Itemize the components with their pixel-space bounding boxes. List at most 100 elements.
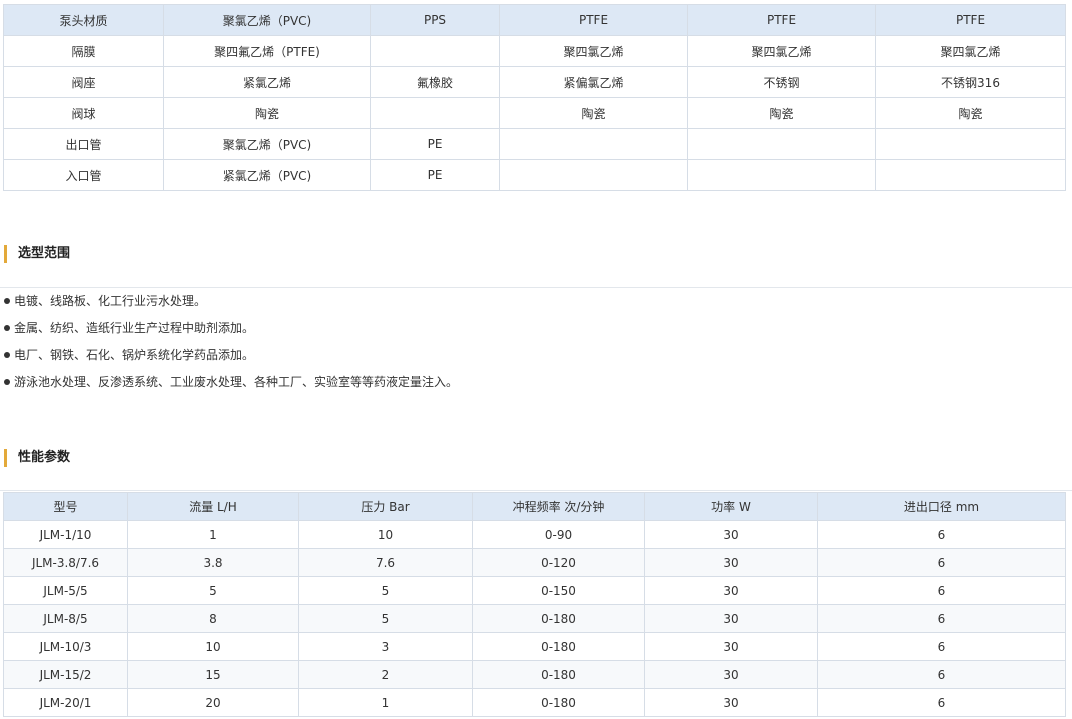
- table-cell: 阀座: [3, 66, 164, 98]
- bullet-icon: [4, 324, 10, 331]
- list-item: 金属、纺织、造纸行业生产过程中助剂添加。: [4, 315, 458, 342]
- list-item-text: 游泳池水处理、反渗透系统、工业废水处理、各种工厂、实验室等等药液定量注入。: [14, 375, 459, 389]
- table-cell: 聚四氯乙烯: [499, 35, 688, 67]
- table-cell: 5: [298, 576, 473, 605]
- table-row: JLM-1/10 1 10 0-90 30 6: [3, 520, 1066, 549]
- table-cell: 6: [817, 548, 1066, 577]
- table-cell: [499, 128, 688, 160]
- table-cell: 0-180: [472, 660, 645, 689]
- table-cell: 2: [298, 660, 473, 689]
- table-cell: 阀球: [3, 97, 164, 129]
- header-cell: PTFE: [875, 4, 1066, 36]
- table-cell: [875, 159, 1066, 191]
- divider: [0, 490, 1072, 491]
- table-row: 入口管 紧氯乙烯（PVC) PE: [3, 159, 1066, 191]
- table-cell: 3.8: [127, 548, 299, 577]
- header-cell: PTFE: [499, 4, 688, 36]
- table-cell: 氟橡胶: [370, 66, 500, 98]
- table-row: 隔膜 聚四氟乙烯（PTFE) 聚四氯乙烯 聚四氯乙烯 聚四氯乙烯: [3, 35, 1066, 67]
- table-cell: 10: [127, 632, 299, 661]
- table-cell: 1: [298, 688, 473, 717]
- bullet-icon: [4, 378, 10, 385]
- header-cell: 型号: [3, 492, 128, 521]
- table-cell: 0-180: [472, 632, 645, 661]
- table-cell: JLM-10/3: [3, 632, 128, 661]
- table-cell: [875, 128, 1066, 160]
- table-cell: 聚四氟乙烯（PTFE): [163, 35, 371, 67]
- table-cell: [499, 159, 688, 191]
- table-cell: 入口管: [3, 159, 164, 191]
- table-cell: 0-150: [472, 576, 645, 605]
- header-cell: 流量 L/H: [127, 492, 299, 521]
- list-item-text: 金属、纺织、造纸行业生产过程中助剂添加。: [14, 321, 255, 335]
- table-cell: [370, 97, 500, 129]
- table-cell: 不锈钢: [687, 66, 876, 98]
- table-cell: 30: [644, 548, 818, 577]
- bullet-icon: [4, 297, 10, 304]
- table-cell: 3: [298, 632, 473, 661]
- table-cell: 6: [817, 632, 1066, 661]
- table-row: 阀球 陶瓷 陶瓷 陶瓷 陶瓷: [3, 97, 1066, 129]
- table-cell: 聚四氯乙烯: [875, 35, 1066, 67]
- table-cell: 0-180: [472, 688, 645, 717]
- table-cell: 0-120: [472, 548, 645, 577]
- bullet-icon: [4, 351, 10, 358]
- table-cell: 0-90: [472, 520, 645, 549]
- header-cell: 泵头材质: [3, 4, 164, 36]
- table-cell: JLM-20/1: [3, 688, 128, 717]
- table-cell: 30: [644, 520, 818, 549]
- list-item-text: 电镀、线路板、化工行业污水处理。: [14, 294, 207, 308]
- header-cell: 聚氯乙烯（PVC): [163, 4, 371, 36]
- table-cell: 30: [644, 632, 818, 661]
- table-row: JLM-15/2 15 2 0-180 30 6: [3, 660, 1066, 689]
- table-row: 阀座 紧氯乙烯 氟橡胶 紧偏氯乙烯 不锈钢 不锈钢316: [3, 66, 1066, 98]
- performance-table: 型号 流量 L/H 压力 Bar 冲程频率 次/分钟 功率 W 进出口径 mm …: [3, 492, 1066, 717]
- table-cell: 陶瓷: [163, 97, 371, 129]
- table-cell: 6: [817, 576, 1066, 605]
- table-cell: 6: [817, 604, 1066, 633]
- list-item: 电镀、线路板、化工行业污水处理。: [4, 288, 458, 315]
- table-cell: PE: [370, 128, 500, 160]
- table-cell: 聚四氯乙烯: [687, 35, 876, 67]
- table-cell: 30: [644, 604, 818, 633]
- table-cell: 聚氯乙烯（PVC): [163, 128, 371, 160]
- header-cell: PPS: [370, 4, 500, 36]
- header-cell: 压力 Bar: [298, 492, 473, 521]
- table-cell: 不锈钢316: [875, 66, 1066, 98]
- table-cell: 30: [644, 688, 818, 717]
- table-row: JLM-5/5 5 5 0-150 30 6: [3, 576, 1066, 605]
- table-cell: 出口管: [3, 128, 164, 160]
- table-cell: PE: [370, 159, 500, 191]
- header-cell: 功率 W: [644, 492, 818, 521]
- table-cell: 8: [127, 604, 299, 633]
- table-cell: [370, 35, 500, 67]
- table-row: JLM-8/5 8 5 0-180 30 6: [3, 604, 1066, 633]
- header-cell: 进出口径 mm: [817, 492, 1066, 521]
- table-cell: 1: [127, 520, 299, 549]
- table-cell: 5: [127, 576, 299, 605]
- table-cell: 6: [817, 520, 1066, 549]
- list-item: 游泳池水处理、反渗透系统、工业废水处理、各种工厂、实验室等等药液定量注入。: [4, 369, 458, 396]
- header-cell: PTFE: [687, 4, 876, 36]
- table-header-row: 型号 流量 L/H 压力 Bar 冲程频率 次/分钟 功率 W 进出口径 mm: [3, 492, 1066, 521]
- table-cell: 5: [298, 604, 473, 633]
- table-cell: 15: [127, 660, 299, 689]
- table-cell: [687, 128, 876, 160]
- table-cell: JLM-8/5: [3, 604, 128, 633]
- list-item: 电厂、钢铁、石化、锅炉系统化学药品添加。: [4, 342, 458, 369]
- table-header-row: 泵头材质 聚氯乙烯（PVC) PPS PTFE PTFE PTFE: [3, 4, 1066, 36]
- table-cell: 陶瓷: [875, 97, 1066, 129]
- table-cell: 6: [817, 660, 1066, 689]
- table-cell: 7.6: [298, 548, 473, 577]
- table-row: JLM-20/1 20 1 0-180 30 6: [3, 688, 1066, 717]
- list-item-text: 电厂、钢铁、石化、锅炉系统化学药品添加。: [14, 348, 255, 362]
- table-cell: [687, 159, 876, 191]
- table-cell: JLM-1/10: [3, 520, 128, 549]
- header-cell: 冲程频率 次/分钟: [472, 492, 645, 521]
- table-cell: 30: [644, 660, 818, 689]
- table-cell: 紧偏氯乙烯: [499, 66, 688, 98]
- table-row: JLM-3.8/7.6 3.8 7.6 0-120 30 6: [3, 548, 1066, 577]
- table-cell: 6: [817, 688, 1066, 717]
- application-list: 电镀、线路板、化工行业污水处理。 金属、纺织、造纸行业生产过程中助剂添加。 电厂…: [4, 288, 458, 396]
- section-title-selection-range: 选型范围: [4, 245, 70, 263]
